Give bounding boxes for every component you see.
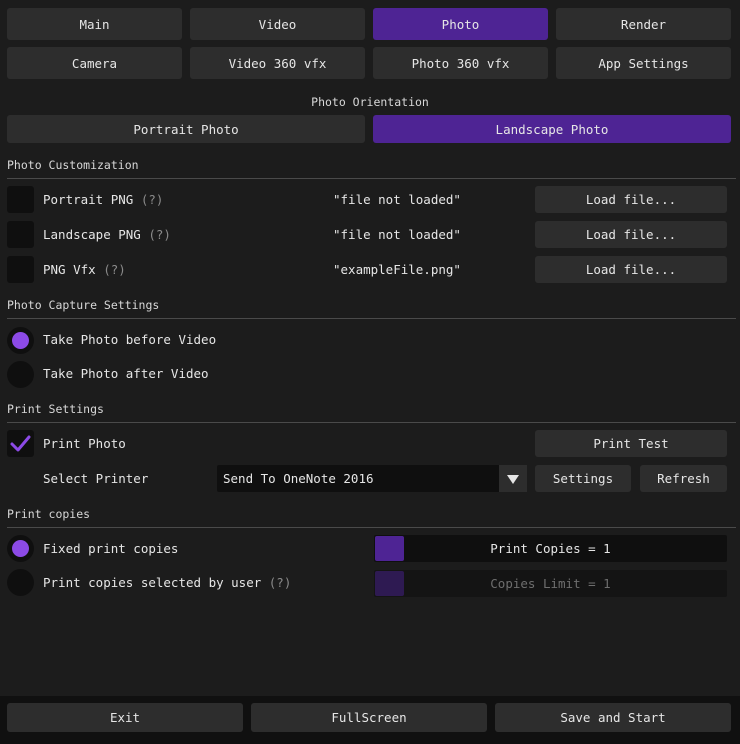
- tab-photo-360-vfx[interactable]: Photo 360 vfx: [373, 47, 548, 79]
- chevron-down-icon[interactable]: [499, 465, 527, 492]
- help-icon[interactable]: (?): [141, 192, 164, 207]
- tab-video[interactable]: Video: [190, 8, 365, 40]
- capture-heading: Photo Capture Settings: [7, 298, 160, 312]
- divider: [7, 422, 736, 423]
- take-photo-after-radio[interactable]: [7, 361, 34, 388]
- portrait-png-label: Portrait PNG (?): [43, 192, 164, 207]
- png-vfx-preview: [7, 256, 34, 283]
- help-icon[interactable]: (?): [103, 262, 126, 277]
- fullscreen-button[interactable]: FullScreen: [251, 703, 487, 732]
- tab-app-settings[interactable]: App Settings: [556, 47, 731, 79]
- help-icon[interactable]: (?): [269, 575, 292, 590]
- portrait-png-file: "file not loaded": [333, 192, 461, 207]
- customization-heading: Photo Customization: [7, 158, 139, 172]
- take-photo-before-radio[interactable]: [7, 327, 34, 354]
- fixed-print-copies-radio[interactable]: [7, 535, 34, 562]
- help-icon[interactable]: (?): [148, 227, 171, 242]
- print-photo-checkbox[interactable]: [7, 430, 34, 457]
- select-printer-label: Select Printer: [43, 471, 149, 486]
- landscape-png-label: Landscape PNG (?): [43, 227, 171, 242]
- take-photo-before-label: Take Photo before Video: [43, 332, 217, 347]
- divider: [7, 527, 736, 528]
- print-copies-slider[interactable]: Print Copies = 1: [374, 535, 727, 562]
- print-settings-heading: Print Settings: [7, 402, 104, 416]
- print-copies-heading: Print copies: [7, 507, 91, 521]
- copies-by-user-label: Print copies selected by user (?): [43, 575, 292, 590]
- tab-camera[interactable]: Camera: [7, 47, 182, 79]
- print-photo-label: Print Photo: [43, 436, 126, 451]
- tab-main[interactable]: Main: [7, 8, 182, 40]
- landscape-photo-button[interactable]: Landscape Photo: [373, 115, 731, 143]
- checkmark-icon: [10, 435, 31, 452]
- take-photo-after-label: Take Photo after Video: [43, 366, 209, 381]
- load-landscape-png-button[interactable]: Load file...: [535, 221, 727, 248]
- landscape-png-file: "file not loaded": [333, 227, 461, 242]
- save-and-start-button[interactable]: Save and Start: [495, 703, 731, 732]
- portrait-photo-button[interactable]: Portrait Photo: [7, 115, 365, 143]
- copies-limit-slider[interactable]: Copies Limit = 1: [374, 570, 727, 597]
- print-test-button[interactable]: Print Test: [535, 430, 727, 457]
- copies-limit-value: Copies Limit = 1: [490, 576, 611, 591]
- tab-photo[interactable]: Photo: [373, 8, 548, 40]
- tab-render[interactable]: Render: [556, 8, 731, 40]
- divider: [7, 178, 736, 179]
- load-portrait-png-button[interactable]: Load file...: [535, 186, 727, 213]
- exit-button[interactable]: Exit: [7, 703, 243, 732]
- portrait-png-preview: [7, 186, 34, 213]
- printer-settings-button[interactable]: Settings: [535, 465, 631, 492]
- landscape-png-preview: [7, 221, 34, 248]
- print-copies-value: Print Copies = 1: [490, 541, 611, 556]
- printer-select[interactable]: Send To OneNote 2016: [217, 465, 527, 492]
- png-vfx-label: PNG Vfx (?): [43, 262, 126, 277]
- png-vfx-file: "exampleFile.png": [333, 262, 461, 277]
- orientation-heading: Photo Orientation: [311, 95, 429, 109]
- copies-by-user-radio[interactable]: [7, 569, 34, 596]
- fixed-print-copies-label: Fixed print copies: [43, 541, 179, 556]
- tab-video-360-vfx[interactable]: Video 360 vfx: [190, 47, 365, 79]
- load-png-vfx-button[interactable]: Load file...: [535, 256, 727, 283]
- divider: [7, 318, 736, 319]
- printer-select-value: Send To OneNote 2016: [223, 471, 374, 486]
- printer-refresh-button[interactable]: Refresh: [640, 465, 727, 492]
